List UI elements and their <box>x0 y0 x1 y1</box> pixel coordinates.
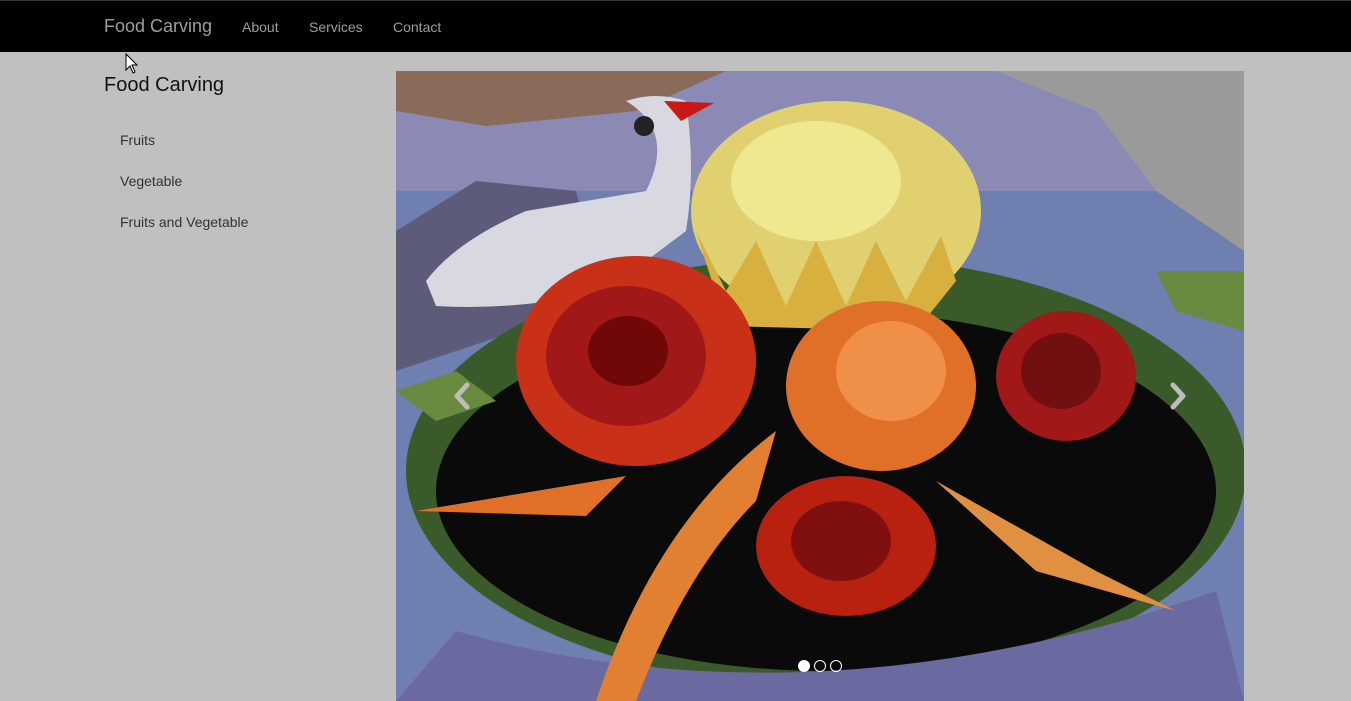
sidebar-title: Food Carving <box>104 74 225 96</box>
nav-services-link[interactable]: Services <box>309 19 363 35</box>
image-carousel[interactable] <box>396 71 1244 701</box>
nav-about-link[interactable]: About <box>242 19 279 35</box>
mouse-cursor-icon <box>125 53 139 74</box>
chevron-left-icon <box>454 382 470 410</box>
carousel-slide-image <box>396 71 1244 701</box>
sidebar-menu: Fruits Vegetable Fruits and Vegetable <box>120 130 248 253</box>
carousel-indicator-1[interactable] <box>798 660 810 672</box>
sidebar-item-fruits-and-vegetable[interactable]: Fruits and Vegetable <box>120 212 248 253</box>
sidebar-item-vegetable[interactable]: Vegetable <box>120 171 248 212</box>
carousel-indicator-3[interactable] <box>830 660 842 672</box>
carousel-indicator-2[interactable] <box>814 660 826 672</box>
chevron-right-icon <box>1170 382 1186 410</box>
carousel-indicators <box>798 660 842 672</box>
nav-contact-link[interactable]: Contact <box>393 19 441 35</box>
brand-link[interactable]: Food Carving <box>104 16 212 37</box>
top-navbar: Food Carving About Services Contact <box>0 0 1351 52</box>
carousel-next-button[interactable] <box>1158 376 1198 416</box>
carousel-prev-button[interactable] <box>442 376 482 416</box>
sidebar-item-fruits[interactable]: Fruits <box>120 130 248 171</box>
